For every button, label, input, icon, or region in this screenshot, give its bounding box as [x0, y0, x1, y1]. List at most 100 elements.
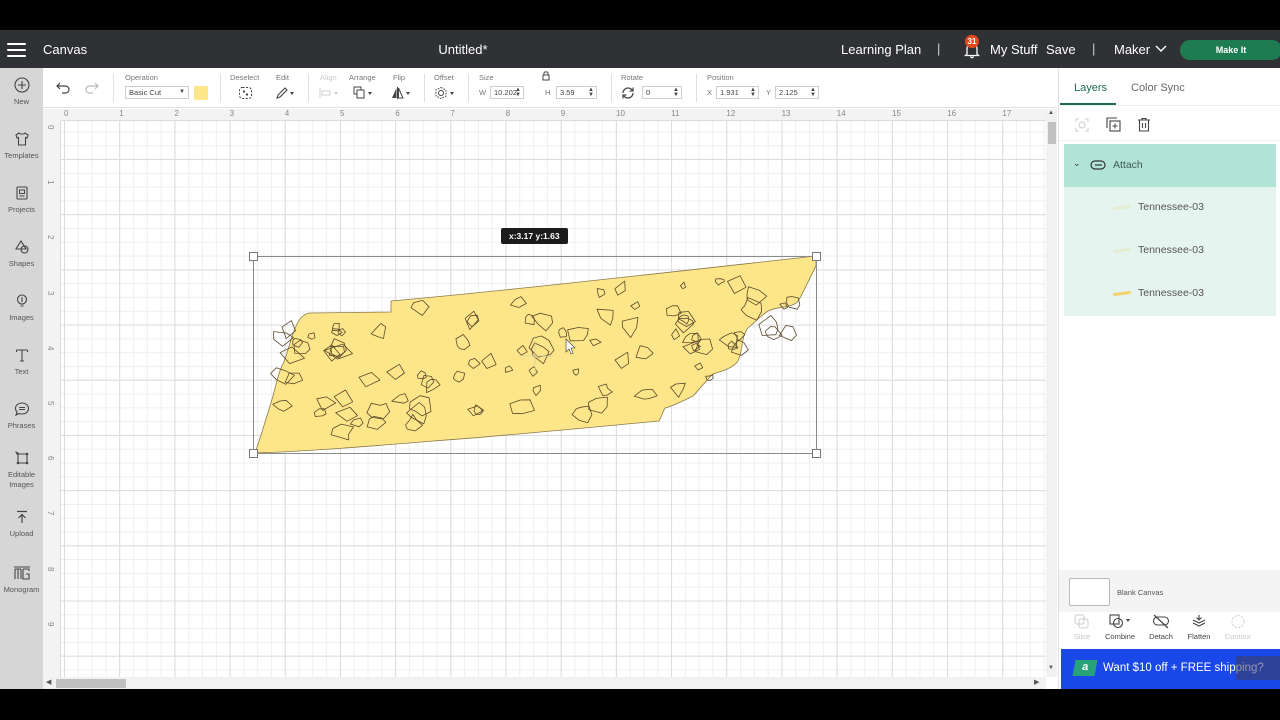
position-label: Position — [707, 73, 734, 82]
ruler-tick-label: 4 — [284, 109, 290, 118]
stepper-icon[interactable]: ▲ ▼ — [515, 87, 521, 98]
ruler-tick-label: 6 — [46, 456, 55, 461]
slice-button[interactable]: Slice — [1062, 614, 1102, 641]
machine-selector[interactable]: Maker — [1114, 42, 1150, 57]
vertical-ruler: 0 1 2 3 4 5 6 7 8 9 — [43, 121, 61, 677]
sidebar-item-text[interactable]: Text — [0, 347, 43, 377]
chevron-down-icon[interactable]: ⌄ — [1073, 158, 1081, 169]
edit-group[interactable]: Edit — [276, 73, 294, 99]
sidebar-item-editable-images[interactable]: Editable Images — [0, 450, 43, 490]
stepper-icon[interactable]: ▲ ▼ — [810, 87, 816, 98]
sidebar-item-shapes[interactable]: Shapes — [0, 239, 43, 269]
trash-icon[interactable] — [1137, 117, 1151, 132]
layer-item[interactable]: Tennessee-03 — [1064, 187, 1276, 230]
ruler-tick-label: 0 — [46, 125, 55, 130]
blank-canvas-label: Blank Canvas — [1117, 588, 1164, 597]
ruler-tick-label: 10 — [616, 109, 625, 118]
layer-thumbnail — [1112, 204, 1132, 211]
layer-item[interactable]: Tennessee-03 — [1064, 273, 1276, 316]
ruler-tick-label: 11 — [671, 109, 680, 118]
shirt-icon — [14, 132, 29, 146]
vertical-scrollbar[interactable]: ▲ ▼ — [1046, 109, 1057, 677]
sidebar-item-monogram[interactable]: Monogram — [0, 565, 43, 595]
rotate-icon[interactable] — [621, 86, 635, 100]
group-icon[interactable] — [1075, 118, 1089, 132]
combine-button[interactable]: Combine — [1100, 614, 1140, 641]
sidebar-item-new[interactable]: New — [0, 77, 43, 107]
stepper-icon[interactable]: ▲ ▼ — [673, 87, 679, 98]
align-group[interactable]: Align — [319, 73, 338, 98]
canvas-area[interactable]: 0 1 2 3 4 5 6 7 8 9 10 11 12 13 14 15 16 17 0123456789 x:… — [43, 109, 1057, 689]
document-title[interactable]: Untitled* — [0, 42, 926, 57]
contour-button[interactable]: Contour — [1218, 614, 1258, 641]
shapes-icon — [14, 239, 29, 254]
width-input[interactable]: 10.202 ▲ ▼ — [490, 86, 524, 99]
pencil-icon — [276, 87, 294, 99]
canvas-grid[interactable]: x:3.17 y:1.63 − 100% + — [61, 121, 1046, 677]
ruler-tick-label: 1 — [46, 180, 55, 185]
vertical-scroll-thumb[interactable] — [1048, 122, 1056, 144]
tab-layers[interactable]: Layers — [1074, 82, 1107, 94]
y-position-input[interactable]: 2.125 ▲ ▼ — [775, 86, 819, 99]
tab-color-sync[interactable]: Color Sync — [1131, 82, 1185, 94]
detach-button[interactable]: Detach — [1141, 614, 1181, 641]
speech-bubble-icon — [14, 402, 29, 417]
scroll-up-icon[interactable]: ▲ — [1048, 110, 1054, 116]
x-position-input[interactable]: 1.931 ▲ ▼ — [716, 86, 759, 99]
sidebar-item-templates[interactable]: Templates — [0, 131, 43, 161]
scroll-down-icon[interactable]: ▼ — [1048, 665, 1054, 671]
horizontal-scrollbar[interactable]: ◀ ▶ — [43, 677, 1046, 689]
undo-icon[interactable] — [55, 81, 71, 95]
resize-handle-top-left[interactable] — [249, 252, 258, 261]
layer-group-attach[interactable]: ⌄ Attach — [1064, 144, 1276, 187]
stepper-icon[interactable]: ▲ ▼ — [588, 87, 594, 98]
contour-icon — [1231, 615, 1245, 628]
layer-item[interactable]: Tennessee-03 — [1064, 230, 1276, 273]
sidebar-item-images[interactable]: Images — [0, 293, 43, 323]
offset-group[interactable]: Offset — [434, 73, 454, 100]
save-button[interactable]: Save — [1046, 42, 1076, 57]
x-position-value: 1.931 — [720, 88, 739, 97]
projects-icon — [15, 186, 28, 200]
layer-group-label: Attach — [1113, 159, 1143, 171]
redo-icon[interactable] — [84, 81, 100, 95]
combine-icon — [1109, 614, 1130, 629]
sidebar-label: Images — [9, 313, 34, 322]
duplicate-icon[interactable] — [1106, 117, 1121, 132]
flatten-button[interactable]: Flatten — [1179, 614, 1219, 641]
deselect-group[interactable]: Deselect — [230, 73, 259, 99]
ruler-tick-label: 3 — [46, 290, 55, 296]
stepper-icon[interactable]: ▲ ▼ — [750, 87, 756, 98]
resize-handle-bottom-left[interactable] — [249, 449, 258, 458]
arrange-group[interactable]: Arrange — [349, 73, 376, 99]
promo-banner[interactable]: a Want $10 off + FREE shipping? — [1061, 649, 1280, 689]
scroll-right-icon[interactable]: ▶ — [1034, 678, 1039, 686]
layer-thumbnail — [1112, 247, 1132, 254]
y-axis-label: Y — [766, 88, 772, 97]
chevron-down-icon[interactable] — [1155, 44, 1167, 54]
flip-group[interactable]: Flip — [392, 73, 410, 99]
rotate-value: 0 — [646, 88, 651, 97]
sidebar-item-projects[interactable]: Projects — [0, 185, 43, 215]
sidebar-item-phrases[interactable]: Phrases — [0, 401, 43, 431]
my-stuff-link[interactable]: My Stuff — [990, 42, 1037, 57]
ruler-tick-label: 6 — [395, 109, 400, 118]
ruler-tick-label: 14 — [836, 109, 846, 118]
sidebar-item-upload[interactable]: Upload — [0, 509, 43, 539]
horizontal-scroll-thumb[interactable] — [56, 679, 126, 688]
detach-label: Detach — [1149, 632, 1173, 641]
divider — [220, 74, 221, 102]
operation-select[interactable]: Basic Cut ▼ — [125, 86, 189, 99]
operation-color-swatch[interactable] — [194, 86, 208, 100]
selection-box[interactable] — [249, 252, 821, 458]
scroll-left-icon[interactable]: ◀ — [46, 678, 51, 686]
blank-canvas-thumbnail[interactable] — [1069, 578, 1110, 606]
separator: | — [1092, 41, 1096, 56]
lock-icon[interactable] — [541, 70, 551, 81]
resize-handle-bottom-right[interactable] — [812, 449, 821, 458]
learning-plan-link[interactable]: Learning Plan — [841, 42, 921, 57]
height-input[interactable]: 3.59 ▲ ▼ — [556, 86, 597, 99]
resize-handle-top-right[interactable] — [812, 252, 821, 261]
make-it-button[interactable]: Make It — [1180, 40, 1280, 60]
rotate-input[interactable]: 0 ▲ ▼ — [642, 86, 682, 99]
